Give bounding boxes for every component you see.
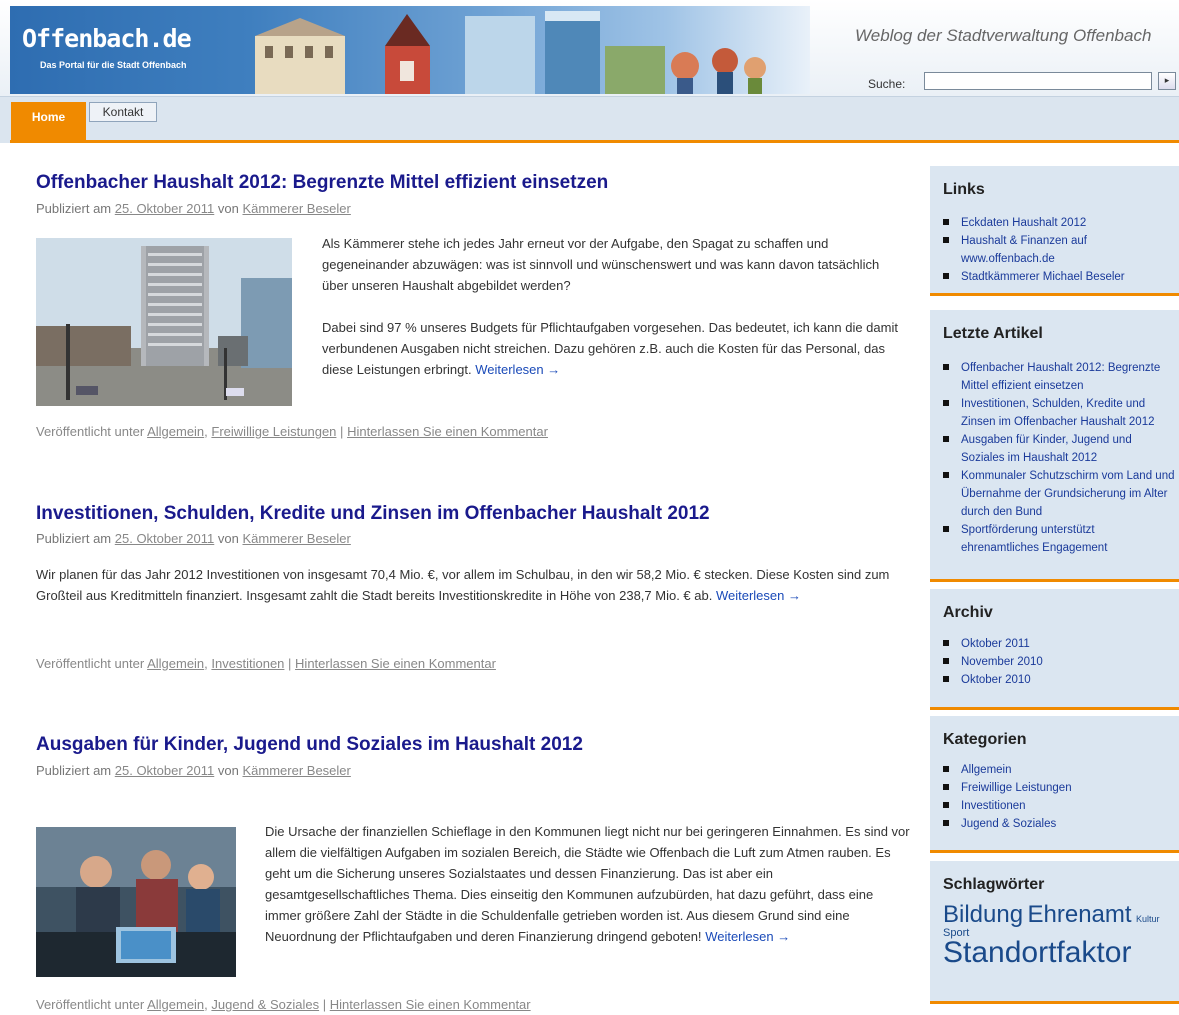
- tag-link[interactable]: Kultur: [1136, 914, 1160, 924]
- nav-accent-line: [10, 140, 1179, 143]
- category-link[interactable]: Freiwillige Leistungen: [943, 779, 1153, 797]
- site-tagline: Weblog der Stadtverwaltung Offenbach: [855, 26, 1152, 45]
- comment-link[interactable]: Hinterlassen Sie einen Kommentar: [330, 997, 531, 1012]
- widget-title: Schlagwörter: [943, 876, 1045, 893]
- tag-cloud: Bildung Ehrenamt Kultur Sport Standortfa…: [943, 901, 1179, 970]
- read-more-link[interactable]: Weiterlesen →: [705, 929, 790, 944]
- category-link[interactable]: Investitionen: [943, 797, 1153, 815]
- recent-post-link[interactable]: Offenbacher Haushalt 2012: Begrenzte Mit…: [943, 359, 1175, 395]
- category-link[interactable]: Investitionen: [211, 656, 284, 671]
- sidebar-widget-categories: Kategorien Allgemein Freiwillige Leistun…: [930, 716, 1179, 853]
- main-nav: [0, 96, 1179, 143]
- widget-title: Archiv: [943, 604, 993, 621]
- sidebar-widget-tag-cloud: Schlagwörter Bildung Ehrenamt Kultur Spo…: [930, 861, 1179, 1004]
- post-author-link[interactable]: Kämmerer Beseler: [242, 531, 350, 546]
- archive-link[interactable]: November 2010: [943, 653, 1153, 671]
- post-author-link[interactable]: Kämmerer Beseler: [242, 763, 350, 778]
- recent-post-link[interactable]: Investitionen, Schulden, Kredite und Zin…: [943, 395, 1175, 431]
- post-image-youth-computer: [36, 827, 236, 977]
- comment-link[interactable]: Hinterlassen Sie einen Kommentar: [347, 424, 548, 439]
- category-link[interactable]: Allgemein: [943, 761, 1153, 779]
- tag-link[interactable]: Ehrenamt: [1028, 901, 1132, 928]
- tag-link[interactable]: Bildung: [943, 901, 1023, 928]
- read-more-link[interactable]: Weiterlesen →: [716, 588, 801, 603]
- category-link[interactable]: Allgemein: [147, 997, 204, 1012]
- post-footer: Veröffentlicht unter Allgemein, Investit…: [36, 656, 496, 671]
- post-meta: Publiziert am 25. Oktober 2011 von Kämme…: [36, 763, 351, 778]
- category-link[interactable]: Freiwillige Leistungen: [211, 424, 336, 439]
- site-logo[interactable]: Offenbach.de: [22, 24, 192, 53]
- sidebar-link-item[interactable]: Stadtkämmerer Michael Beseler: [943, 268, 1153, 286]
- category-link[interactable]: Allgemein: [147, 656, 204, 671]
- sidebar-link-item[interactable]: Haushalt & Finanzen auf www.offenbach.de: [943, 232, 1153, 268]
- widget-title: Links: [943, 181, 985, 198]
- read-more-link[interactable]: Weiterlesen →: [475, 362, 560, 377]
- post-title[interactable]: Ausgaben für Kinder, Jugend und Soziales…: [36, 734, 583, 756]
- category-link[interactable]: Jugend & Soziales: [211, 997, 319, 1012]
- post-date-link[interactable]: 25. Oktober 2011: [115, 531, 215, 546]
- search-submit-button[interactable]: ▸: [1158, 72, 1176, 90]
- post-title[interactable]: Offenbacher Haushalt 2012: Begrenzte Mit…: [36, 172, 608, 194]
- post-excerpt: Die Ursache der finanziellen Schieflage …: [265, 824, 910, 944]
- widget-title: Kategorien: [943, 731, 1027, 748]
- sidebar-widget-archive: Archiv Oktober 2011 November 2010 Oktobe…: [930, 589, 1179, 710]
- post-meta: Publiziert am 25. Oktober 2011 von Kämme…: [36, 201, 351, 216]
- recent-post-link[interactable]: Sportförderung unterstützt ehrenamtliche…: [943, 521, 1175, 557]
- post-author-link[interactable]: Kämmerer Beseler: [242, 201, 350, 216]
- category-link[interactable]: Jugend & Soziales: [943, 815, 1153, 833]
- tag-link[interactable]: Standortfaktor: [943, 936, 1179, 970]
- post-date-link[interactable]: 25. Oktober 2011: [115, 201, 215, 216]
- banner-city-photo: [255, 11, 766, 94]
- widget-title: Letzte Artikel: [943, 325, 1043, 342]
- recent-post-link[interactable]: Ausgaben für Kinder, Jugend und Soziales…: [943, 431, 1175, 467]
- header-banner: Offenbach.de Das Portal für die Stadt Of…: [10, 6, 810, 94]
- sidebar-link-item[interactable]: Eckdaten Haushalt 2012: [943, 214, 1153, 232]
- site-header: Offenbach.de Das Portal für die Stadt Of…: [0, 0, 1179, 96]
- post-footer: Veröffentlicht unter Allgemein, Freiwill…: [36, 424, 548, 439]
- post-meta: Publiziert am 25. Oktober 2011 von Kämme…: [36, 531, 351, 546]
- recent-post-link[interactable]: Kommunaler Schutzschirm vom Land und Übe…: [943, 467, 1175, 521]
- comment-link[interactable]: Hinterlassen Sie einen Kommentar: [295, 656, 496, 671]
- archive-link[interactable]: Oktober 2011: [943, 635, 1153, 653]
- post-title[interactable]: Investitionen, Schulden, Kredite und Zin…: [36, 503, 710, 525]
- category-link[interactable]: Allgemein: [147, 424, 204, 439]
- tab-kontakt[interactable]: Kontakt: [89, 102, 157, 122]
- post-footer: Veröffentlicht unter Allgemein, Jugend &…: [36, 997, 531, 1012]
- archive-link[interactable]: Oktober 2010: [943, 671, 1153, 689]
- post-date-link[interactable]: 25. Oktober 2011: [115, 763, 215, 778]
- search-label: Suche:: [868, 77, 906, 91]
- search-input[interactable]: [924, 72, 1152, 90]
- post-excerpt: Als Kämmerer stehe ich jedes Jahr erneut…: [322, 236, 898, 377]
- tab-home[interactable]: Home: [11, 102, 86, 142]
- sidebar-widget-links: Links Eckdaten Haushalt 2012 Haushalt & …: [930, 166, 1179, 296]
- post-excerpt: Wir planen für das Jahr 2012 Investition…: [36, 567, 890, 603]
- sidebar-widget-recent-posts: Letzte Artikel Offenbacher Haushalt 2012…: [930, 310, 1179, 582]
- post-image-city-hall: [36, 238, 292, 406]
- site-logo-subtitle: Das Portal für die Stadt Offenbach: [40, 60, 187, 70]
